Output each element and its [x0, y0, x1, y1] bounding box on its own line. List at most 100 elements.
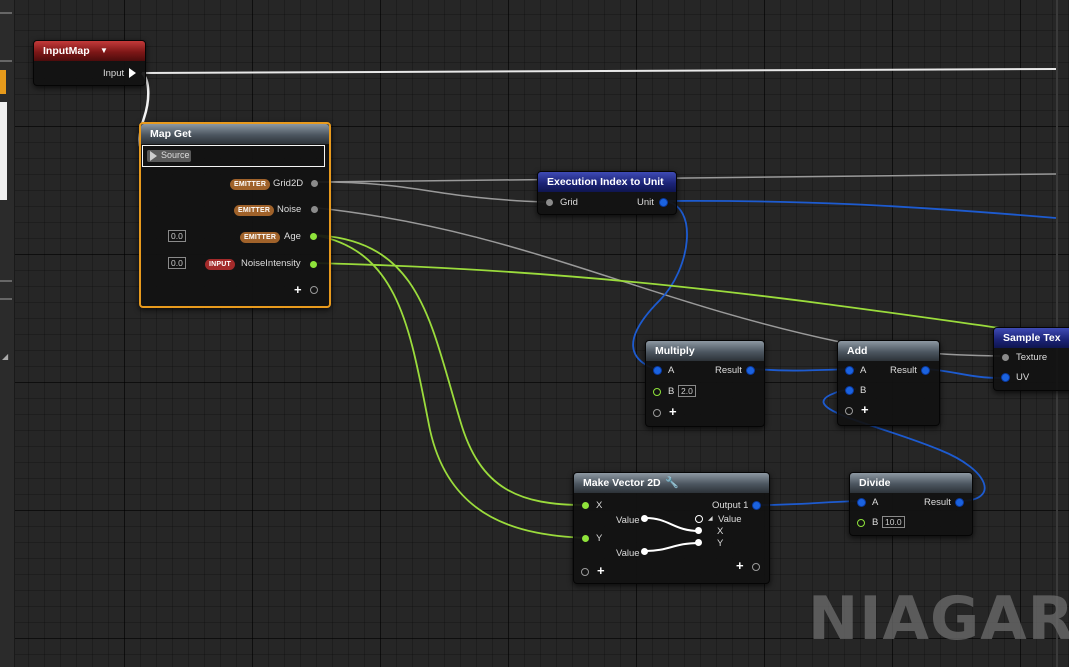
pin-label-result: Result	[715, 365, 742, 376]
pin-label-grid2d: Grid2D	[273, 178, 304, 189]
pin-result[interactable]	[922, 367, 929, 374]
add-pin-icon[interactable]: +	[669, 405, 677, 418]
pin-label-b: B	[872, 517, 879, 528]
source-pin-chip[interactable]: Source	[147, 150, 191, 162]
pin-noiseintensity[interactable]	[310, 261, 317, 268]
add-header[interactable]: Add	[838, 341, 939, 361]
pin-label-a: A	[860, 365, 867, 376]
pin-grid2d[interactable]	[311, 180, 318, 187]
pin-output[interactable]	[753, 502, 760, 509]
noiseintensity-default-value[interactable]: 0.0	[168, 257, 186, 269]
add-pin-icon[interactable]: +	[597, 564, 605, 577]
wire-vector-divide	[757, 500, 861, 506]
pin-label-unit: Unit	[637, 197, 654, 208]
inputmap-node[interactable]: InputMap ▼ Input	[33, 40, 146, 86]
pin-label-a: A	[668, 365, 675, 376]
internal-pin[interactable]	[641, 515, 648, 522]
pin-a[interactable]	[654, 367, 661, 374]
age-default-value[interactable]: 0.0	[168, 230, 186, 242]
internal-value-label: Value	[718, 514, 742, 525]
wire-grid2d-far	[317, 173, 1057, 183]
pin-add[interactable]	[653, 409, 661, 417]
pin-label-texture: Texture	[1016, 352, 1048, 363]
wire-input-out	[141, 68, 1057, 74]
pin-x[interactable]	[582, 502, 589, 509]
pin-add-output[interactable]	[752, 563, 760, 571]
pin-add[interactable]	[310, 286, 318, 294]
chevron-down-icon[interactable]: ▼	[100, 41, 108, 61]
b-value-input[interactable]: 2.0	[678, 385, 696, 397]
pin-label-x: X	[596, 500, 603, 511]
pin-noise[interactable]	[311, 206, 318, 213]
wire-age-x	[313, 234, 586, 506]
add-pin-icon[interactable]: +	[861, 403, 869, 416]
pin-label-uv: UV	[1016, 372, 1030, 383]
node-graph-canvas[interactable]: ◢ InputMap ▼ Input Map Get Source EMITTE…	[0, 0, 1069, 667]
node-title: Make Vector 2D	[583, 477, 661, 489]
pin-label-result: Result	[890, 365, 917, 376]
add-pin-icon[interactable]: +	[736, 559, 744, 572]
b-value-input[interactable]: 10.0	[882, 516, 905, 528]
pin-label-b: B	[860, 385, 867, 396]
wire-grid2d	[317, 181, 546, 203]
exec-pin-output[interactable]	[129, 68, 136, 78]
pin-add[interactable]	[845, 407, 853, 415]
pin-age[interactable]	[310, 233, 317, 240]
map-get-header[interactable]: Map Get	[141, 124, 329, 144]
node-title: InputMap	[43, 45, 90, 57]
pin-b[interactable]	[857, 519, 865, 527]
map-get-node[interactable]: Map Get Source EMITTER Grid2D EMITTER No…	[139, 122, 331, 308]
execution-index-node[interactable]: Execution Index to Unit Grid Unit	[537, 171, 677, 215]
node-title: Add	[847, 345, 868, 357]
pin-label-result: Result	[924, 497, 951, 508]
pin-result[interactable]	[956, 499, 963, 506]
pin-label-noiseintensity: NoiseIntensity	[241, 258, 301, 269]
internal-pin[interactable]	[641, 548, 648, 555]
emitter-tag: EMITTER	[234, 205, 275, 216]
execution-index-header[interactable]: Execution Index to Unit	[538, 172, 676, 192]
divide-header[interactable]: Divide	[850, 473, 972, 493]
sample-texture-node[interactable]: Sample Tex Texture UV	[993, 327, 1069, 391]
pin-unit[interactable]	[660, 199, 667, 206]
node-title: Sample Tex	[1003, 332, 1061, 344]
wire-unit-far	[663, 199, 1057, 219]
pin-label-y: Y	[596, 533, 603, 544]
inputmap-header[interactable]: InputMap ▼	[34, 41, 145, 61]
internal-pin[interactable]	[695, 539, 702, 546]
pin-b[interactable]	[653, 388, 661, 396]
node-title: Map Get	[150, 128, 192, 140]
pin-label-grid: Grid	[560, 197, 578, 208]
source-pin-row[interactable]: Source	[142, 145, 325, 167]
pin-add-input[interactable]	[581, 568, 589, 576]
pin-label-input: Input	[103, 68, 125, 79]
node-title: Multiply	[655, 345, 695, 357]
sample-texture-header[interactable]: Sample Tex	[994, 328, 1069, 348]
pin-b[interactable]	[846, 387, 853, 394]
multiply-node[interactable]: Multiply A Result B 2.0 +	[645, 340, 765, 427]
node-title: Execution Index to Unit	[547, 176, 664, 188]
make-vector-2d-node[interactable]: Make Vector 2D 🔧 X Output 1 Y Value Valu…	[573, 472, 770, 584]
pin-a[interactable]	[846, 367, 853, 374]
add-pin-icon[interactable]: +	[294, 283, 302, 296]
pin-grid[interactable]	[546, 199, 553, 206]
divide-node[interactable]: Divide A Result B 10.0	[849, 472, 973, 536]
pin-y[interactable]	[582, 535, 589, 542]
internal-pin[interactable]	[695, 515, 703, 523]
pin-label-age: Age	[284, 231, 301, 242]
exec-pin-input[interactable]	[150, 151, 157, 161]
input-tag: INPUT	[205, 259, 235, 270]
make-vector-header[interactable]: Make Vector 2D 🔧	[574, 473, 769, 493]
pin-uv[interactable]	[1002, 374, 1009, 381]
pin-result[interactable]	[747, 367, 754, 374]
pin-a[interactable]	[858, 499, 865, 506]
pin-label-a: A	[872, 497, 879, 508]
wrench-icon[interactable]: 🔧	[665, 473, 679, 493]
add-node[interactable]: Add A Result B +	[837, 340, 940, 426]
pin-label-noise: Noise	[277, 204, 302, 215]
pin-label-source: Source	[161, 150, 190, 160]
pin-texture[interactable]	[1002, 354, 1009, 361]
multiply-header[interactable]: Multiply	[646, 341, 764, 361]
expand-arrow-icon[interactable]: ◢	[708, 515, 713, 522]
pin-label-output: Output 1	[712, 500, 749, 511]
internal-pin[interactable]	[695, 527, 702, 534]
